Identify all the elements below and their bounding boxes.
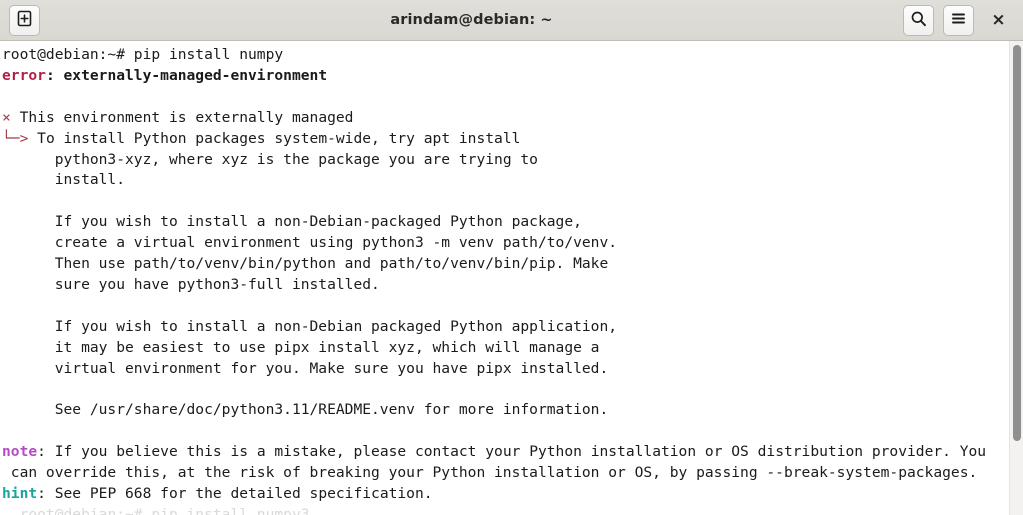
hint-para3-line3: virtual environment for you. Make sure y… [2, 359, 1023, 380]
hint-para2-line2: create a virtual environment using pytho… [2, 233, 1023, 254]
note-line1: note: If you believe this is a mistake, … [2, 442, 1023, 463]
note-line1-text: If you believe this is a mistake, please… [55, 443, 986, 460]
hint-para2-line1-text: If you wish to install a non-Debian-pack… [55, 213, 582, 230]
hamburger-menu-icon [950, 10, 967, 31]
blank-line [2, 380, 1023, 401]
hint-text: See PEP 668 for the detailed specificati… [55, 485, 433, 502]
hint-para2-line2-text: create a virtual environment using pytho… [55, 234, 617, 251]
hint-para3-line1: If you wish to install a non-Debian pack… [2, 317, 1023, 338]
new-tab-button[interactable] [9, 5, 40, 36]
menu-button[interactable] [943, 5, 974, 36]
blank-line [2, 296, 1023, 317]
blank-line [2, 421, 1023, 442]
hint-para1-line3-text: install. [55, 171, 125, 188]
hint-para2-line3: Then use path/to/venv/bin/python and pat… [2, 254, 1023, 275]
command-line: root@debian:~# pip install numpy [2, 45, 1023, 66]
hint-para1-line3: install. [2, 170, 1023, 191]
hint-para2-line1: If you wish to install a non-Debian-pack… [2, 212, 1023, 233]
arrow-marker-icon: └─> [2, 130, 37, 147]
hint-separator: : [37, 485, 55, 502]
hint-para4-line1-text: See /usr/share/doc/python3.11/README.ven… [55, 401, 609, 418]
next-prompt-partial-text: root@debian:~# pip install numpy3 [20, 506, 310, 515]
hint-para1-line1: └─> To install Python packages system-wi… [2, 129, 1023, 150]
error-label: error [2, 67, 46, 84]
hint-para2-line4: sure you have python3-full installed. [2, 275, 1023, 296]
hint-para3-line1-text: If you wish to install a non-Debian pack… [55, 318, 617, 335]
hint-label: hint [2, 485, 37, 502]
hint-para1-line1-text: To install Python packages system-wide, … [37, 130, 520, 147]
note-line2-text: can override this, at the risk of breaki… [2, 464, 977, 481]
shell-prompt: root@debian:~# [2, 46, 134, 63]
search-button[interactable] [903, 5, 934, 36]
hint-para4-line1: See /usr/share/doc/python3.11/README.ven… [2, 400, 1023, 421]
hint-para3-line2-text: it may be easiest to use pipx install xy… [55, 339, 600, 356]
vertical-scrollbar[interactable] [1009, 41, 1023, 515]
search-magnifier-icon [910, 10, 927, 31]
typed-command: pip install numpy [134, 46, 283, 63]
note-line2: can override this, at the risk of breaki… [2, 463, 1023, 484]
blank-line [2, 191, 1023, 212]
hint-para2-line3-text: Then use path/to/venv/bin/python and pat… [55, 255, 609, 272]
terminal-output[interactable]: root@debian:~# pip install numpy error: … [0, 41, 1023, 515]
titlebar: arindam@debian: ~ × [0, 0, 1023, 41]
hint-line: hint: See PEP 668 for the detailed speci… [2, 484, 1023, 505]
blank-line [2, 87, 1023, 108]
hint-para3-line3-text: virtual environment for you. Make sure y… [55, 360, 609, 377]
new-tab-plus-icon [16, 10, 33, 31]
titlebar-controls: × [903, 5, 1014, 36]
next-prompt-partial: root@debian:~# pip install numpy3 [2, 505, 1023, 515]
cross-marker-icon: × [2, 109, 11, 126]
hint-para2-line4-text: sure you have python3-full installed. [55, 276, 380, 293]
terminal-window: arindam@debian: ~ × [0, 0, 1023, 515]
window-title: arindam@debian: ~ [40, 12, 903, 28]
note-label: note [2, 443, 37, 460]
hint-para1-line2-text: python3-xyz, where xyz is the package yo… [55, 151, 538, 168]
close-button[interactable]: × [983, 5, 1014, 36]
hint-para1-line2: python3-xyz, where xyz is the package yo… [2, 150, 1023, 171]
error-title: externally-managed-environment [64, 67, 328, 84]
error-separator: : [46, 67, 64, 84]
hint-para3-line2: it may be easiest to use pipx install xy… [2, 338, 1023, 359]
error-summary-text: This environment is externally managed [11, 109, 354, 126]
scrollbar-thumb[interactable] [1013, 45, 1021, 441]
error-line: error: externally-managed-environment [2, 66, 1023, 87]
note-separator: : [37, 443, 55, 460]
error-summary-line: × This environment is externally managed [2, 108, 1023, 129]
close-icon: × [991, 12, 1005, 29]
